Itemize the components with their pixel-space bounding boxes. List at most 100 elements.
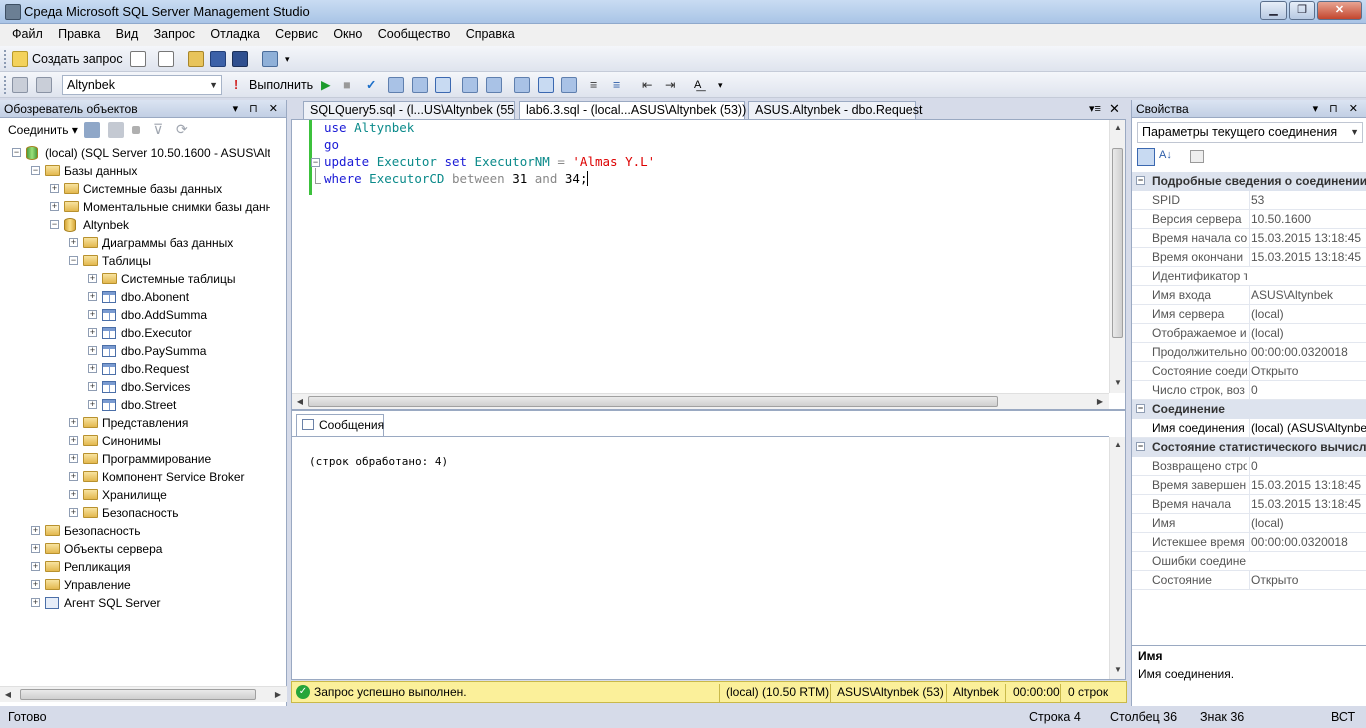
- editor-horizontal-scrollbar[interactable]: ◀ ▶: [292, 393, 1109, 409]
- disconnect-icon[interactable]: [108, 122, 124, 138]
- property-row[interactable]: Имя соединения (local) (ASUS\Altynbek: [1132, 419, 1366, 438]
- menu-file[interactable]: Файл: [6, 24, 49, 44]
- tree-node[interactable]: + Управление: [0, 576, 270, 594]
- connect-dropdown[interactable]: Соединить ▾: [8, 121, 78, 139]
- property-row[interactable]: Время начала со 15.03.2015 13:18:45: [1132, 229, 1366, 248]
- toolbar-grip[interactable]: [4, 76, 7, 94]
- client-stats-icon[interactable]: [486, 77, 502, 93]
- tree-node[interactable]: + Представления: [0, 414, 270, 432]
- expand-icon[interactable]: +: [50, 202, 59, 211]
- collapse-icon[interactable]: −: [1136, 442, 1145, 451]
- tree-node[interactable]: + Программирование: [0, 450, 270, 468]
- debug-play-icon[interactable]: ▶: [321, 76, 331, 94]
- expand-icon[interactable]: +: [31, 526, 40, 535]
- property-row[interactable]: Состояние Открыто: [1132, 571, 1366, 590]
- properties-object-selector[interactable]: Параметры текущего соединения ▼: [1137, 122, 1363, 143]
- toolbar-options-chevron-icon[interactable]: ▾: [285, 50, 290, 68]
- parse-check-icon[interactable]: ✓: [366, 76, 376, 94]
- connect-object-icon[interactable]: [84, 122, 100, 138]
- scroll-right-icon[interactable]: ▶: [270, 690, 286, 699]
- results-to-text-icon[interactable]: [514, 77, 530, 93]
- property-row[interactable]: Время окончани 15.03.2015 13:18:45: [1132, 248, 1366, 267]
- alphabetical-sort-icon[interactable]: A↓: [1159, 149, 1172, 161]
- expand-icon[interactable]: +: [69, 238, 78, 247]
- expand-icon[interactable]: +: [88, 328, 97, 337]
- expand-icon[interactable]: +: [69, 472, 78, 481]
- collapse-icon[interactable]: −: [50, 220, 59, 229]
- collapse-icon[interactable]: −: [69, 256, 78, 265]
- property-category[interactable]: − Состояние статистического вычисле: [1132, 438, 1366, 457]
- menu-tools[interactable]: Сервис: [269, 24, 324, 44]
- tree-node[interactable]: + Системные таблицы: [0, 270, 270, 288]
- results-file-icon[interactable]: [561, 77, 577, 93]
- expand-icon[interactable]: +: [88, 310, 97, 319]
- tree-node[interactable]: + Моментальные снимки базы данных: [0, 198, 270, 216]
- expand-icon[interactable]: +: [69, 508, 78, 517]
- expand-icon[interactable]: +: [50, 184, 59, 193]
- property-row[interactable]: Время начала 15.03.2015 13:18:45: [1132, 495, 1366, 514]
- increase-indent-icon[interactable]: ⇥: [665, 76, 675, 94]
- activity-monitor-icon[interactable]: [262, 51, 278, 67]
- stop-icon[interactable]: [132, 126, 140, 134]
- display-plan-icon[interactable]: [388, 77, 404, 93]
- execute-icon[interactable]: !: [234, 76, 238, 94]
- collapse-icon[interactable]: −: [311, 158, 320, 167]
- specify-template-icon[interactable]: A͟: [694, 76, 701, 94]
- results-to-grid-icon[interactable]: [435, 77, 451, 93]
- tab-sqlquery5[interactable]: SQLQuery5.sql - (l...US\Altynbek (55))*: [303, 101, 515, 119]
- collapse-icon[interactable]: −: [1136, 176, 1145, 185]
- connect-icon[interactable]: [12, 77, 28, 93]
- property-row[interactable]: Состояние соеди Открыто: [1132, 362, 1366, 381]
- scroll-left-icon[interactable]: ◀: [0, 690, 16, 699]
- toolbar-options-chevron-icon[interactable]: ▾: [718, 76, 723, 94]
- tree-node[interactable]: + Системные базы данных: [0, 180, 270, 198]
- property-row[interactable]: Версия сервера 10.50.1600: [1132, 210, 1366, 229]
- tree-node[interactable]: − (local) (SQL Server 10.50.1600 - ASUS\A…: [0, 144, 270, 162]
- refresh-icon[interactable]: ⟳: [176, 120, 188, 138]
- expand-icon[interactable]: +: [69, 418, 78, 427]
- scroll-down-icon[interactable]: ▼: [1110, 378, 1126, 387]
- filter-icon[interactable]: ⊽: [153, 120, 163, 138]
- tab-lab6[interactable]: lab6.3.sql - (local...ASUS\Altynbek (53)…: [519, 101, 746, 119]
- database-selector[interactable]: Altynbek ▼: [62, 75, 222, 95]
- scroll-right-icon[interactable]: ▶: [1092, 397, 1108, 406]
- query-designer-icon[interactable]: [412, 77, 428, 93]
- tree-node[interactable]: + Компонент Service Broker: [0, 468, 270, 486]
- tree-node[interactable]: + dbo.Street: [0, 396, 270, 414]
- add-file-icon[interactable]: [158, 51, 174, 67]
- close-tab-icon[interactable]: ✕: [1109, 101, 1120, 117]
- scroll-up-icon[interactable]: ▲: [1110, 123, 1126, 132]
- collapse-icon[interactable]: −: [1136, 404, 1145, 413]
- expand-icon[interactable]: +: [88, 364, 97, 373]
- save-all-icon[interactable]: [232, 51, 248, 67]
- tree-node[interactable]: + dbo.AddSumma: [0, 306, 270, 324]
- expand-icon[interactable]: +: [69, 436, 78, 445]
- property-category[interactable]: − Соединение: [1132, 400, 1366, 419]
- stop-icon[interactable]: ■: [343, 76, 351, 94]
- menu-edit[interactable]: Правка: [52, 24, 106, 44]
- menu-window[interactable]: Окно: [327, 24, 368, 44]
- open-folder-icon[interactable]: [188, 51, 204, 67]
- new-query-button[interactable]: Создать запрос: [32, 50, 123, 68]
- tree-node[interactable]: + Объекты сервера: [0, 540, 270, 558]
- expand-icon[interactable]: +: [31, 598, 40, 607]
- property-row[interactable]: Имя (local): [1132, 514, 1366, 533]
- property-row[interactable]: Возвращено стро 0: [1132, 457, 1366, 476]
- property-row[interactable]: Истекшее время 00:00:00.0320018: [1132, 533, 1366, 552]
- property-row[interactable]: SPID 53: [1132, 191, 1366, 210]
- expand-icon[interactable]: +: [88, 382, 97, 391]
- collapse-icon[interactable]: −: [12, 148, 21, 157]
- tree-node[interactable]: + dbo.Abonent: [0, 288, 270, 306]
- panel-pin-close-icons[interactable]: ▾ ⊓ ✕: [1313, 100, 1362, 118]
- expand-icon[interactable]: +: [88, 274, 97, 283]
- scroll-up-icon[interactable]: ▲: [1110, 440, 1126, 449]
- property-row[interactable]: Имя сервера (local): [1132, 305, 1366, 324]
- tree-horizontal-scrollbar[interactable]: ◀ ▶: [0, 686, 287, 702]
- scroll-left-icon[interactable]: ◀: [292, 397, 308, 406]
- sql-editor[interactable]: − use Altynbek go update Executor set Ex…: [291, 119, 1126, 410]
- property-row[interactable]: Ошибки соедине: [1132, 552, 1366, 571]
- scroll-down-icon[interactable]: ▼: [1110, 665, 1126, 674]
- expand-icon[interactable]: +: [31, 580, 40, 589]
- uncomment-lines-icon[interactable]: ≡: [613, 76, 620, 94]
- new-query-icon[interactable]: [12, 51, 28, 67]
